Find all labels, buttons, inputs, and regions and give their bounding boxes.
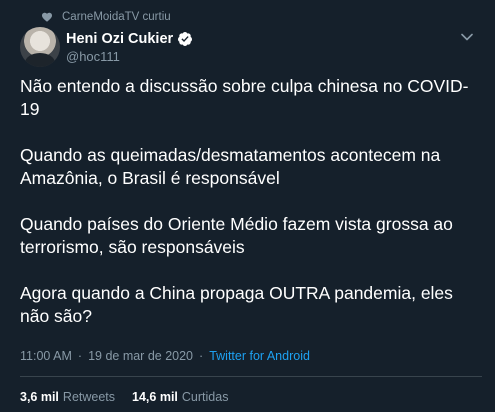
chevron-down-icon [461, 28, 473, 46]
tweet-paragraph: Quando países do Oriente Médio fazem vis… [20, 214, 453, 257]
tweet-date[interactable]: 19 de mar de 2020 [88, 349, 193, 363]
heart-icon [41, 11, 53, 23]
retweets-stat[interactable]: 3,6 mil Retweets [20, 390, 115, 404]
tweet-source-link[interactable]: Twitter for Android [209, 349, 310, 363]
meta-separator: · [199, 349, 204, 363]
tweet-menu-button[interactable] [459, 30, 475, 44]
tweet-text: Não entendo a discussão sobre culpa chin… [20, 75, 480, 351]
retweets-count: 3,6 mil [20, 390, 59, 404]
likes-stat[interactable]: 14,6 mil Curtidas [132, 390, 228, 404]
social-context: CarneMoidaTV curtiu [41, 9, 171, 25]
avatar[interactable] [20, 27, 60, 67]
retweets-label: Retweets [62, 390, 116, 404]
social-context-text[interactable]: CarneMoidaTV curtiu [62, 11, 171, 23]
likes-count: 14,6 mil [132, 390, 178, 404]
likes-label: Curtidas [181, 390, 229, 404]
author-name[interactable]: Heni Ozi Cukier [66, 31, 173, 47]
divider [20, 376, 482, 377]
author-handle[interactable]: @hoc111 [66, 49, 193, 64]
tweet-paragraph: Quando as queimadas/desmatamentos aconte… [20, 145, 441, 188]
author-name-row: Heni Ozi Cukier [66, 30, 193, 48]
tweet-paragraph: Não entendo a discussão sobre culpa chin… [20, 76, 469, 119]
avatar-shoulders [25, 53, 55, 67]
author-block[interactable]: Heni Ozi Cukier @hoc111 [66, 30, 193, 64]
verified-badge-icon [177, 31, 193, 47]
tweet-time[interactable]: 11:00 AM [20, 349, 72, 363]
tweet-stats: 3,6 mil Retweets 14,6 mil Curtidas [20, 390, 228, 404]
tweet-meta: 11:00 AM · 19 de mar de 2020 · Twitter f… [20, 349, 310, 363]
tweet-paragraph: Agora quando a China propaga OUTRA pande… [20, 283, 453, 326]
meta-separator: · [77, 349, 83, 363]
